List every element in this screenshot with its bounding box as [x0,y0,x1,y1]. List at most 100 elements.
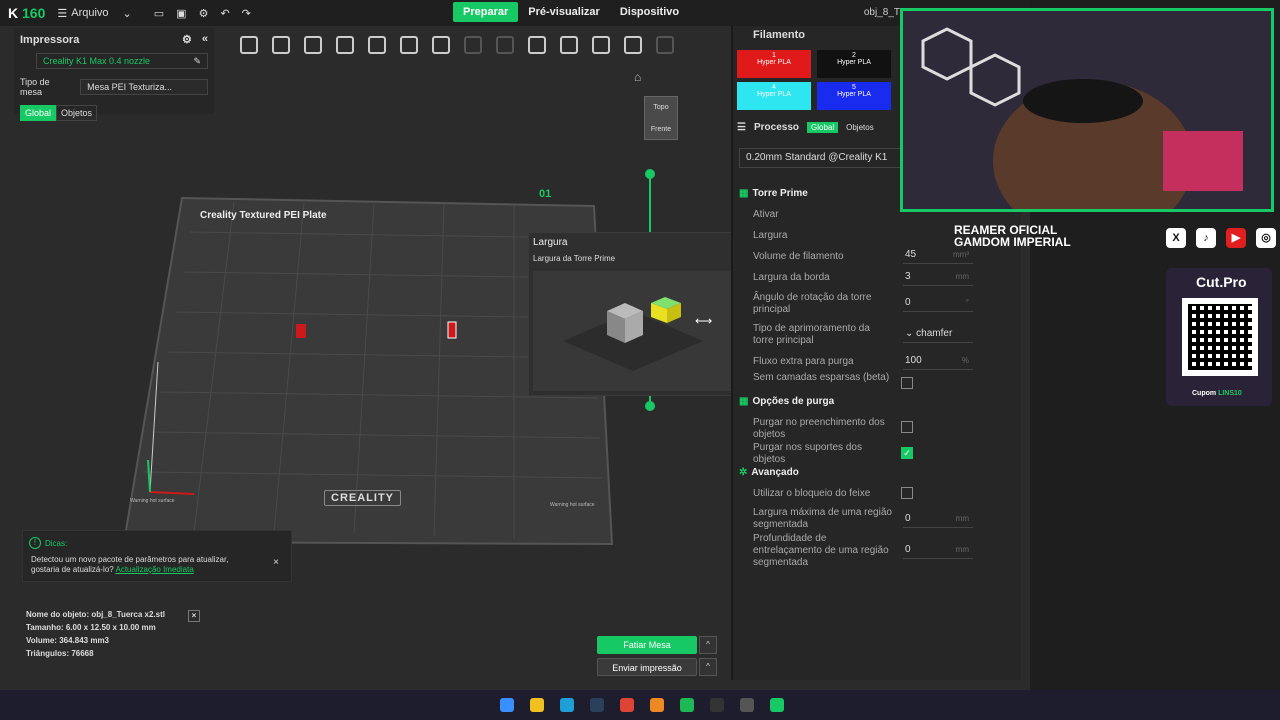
sparse-layers-checkbox[interactable] [901,377,913,389]
param-depth-label: Profundidade de entrelaçamento de uma re… [753,533,889,568]
window-filename: obj_8_T [863,7,900,18]
open-folder-icon[interactable]: ▭ [148,7,170,20]
spotify-icon[interactable] [680,698,694,712]
view-front[interactable]: Frente [645,119,677,141]
steam-icon[interactable] [590,698,604,712]
obs-icon[interactable] [740,698,754,712]
param-max-width-label: Largura máxima de uma região segmentada [753,507,892,530]
plate-label: Creality Textured PEI Plate [200,210,327,221]
scale-icon[interactable] [528,36,546,54]
orient-icon[interactable] [336,36,354,54]
save-icon[interactable]: ▣ [170,7,192,20]
coupon-text: Cupom LINS10 [1192,390,1242,397]
param-lock-label: Utilizar o bloqueio do feixe [753,488,871,499]
param-sparse-label: Sem camadas esparsas (beta) [753,372,890,383]
extra-flow-input[interactable]: 100% [903,354,973,370]
rotation-input[interactable]: 0 ° [903,296,973,312]
process-global-toggle[interactable]: Global [807,122,839,133]
app-logo: K 160 [8,5,46,21]
edge-icon[interactable] [560,698,574,712]
view-cube[interactable]: Topo Frente [644,96,678,140]
support-paint-icon[interactable] [624,36,642,54]
windows-start-icon[interactable] [500,698,514,712]
x-social-icon: X [1166,228,1186,248]
param-purge-support-label: Purgar nos suportes dos objetos [753,442,862,465]
split-icon[interactable] [464,36,482,54]
banner-text: REAMER OFICIAL GAMDOM IMPERIAL [954,223,1071,249]
brand-label: CREALITY [324,490,401,506]
os-taskbar [0,690,1280,720]
brim-width-input[interactable]: 3 mm [903,270,973,286]
seam-icon[interactable] [656,36,674,54]
grid-icon[interactable] [272,36,290,54]
printer-panel-title: Impressora [20,33,80,46]
tab-preview[interactable]: Pré-visualizar [518,2,610,22]
terminal-icon[interactable] [710,698,724,712]
tips-message: Detectou um novo pacote de parâmetros pa… [31,555,229,574]
param-enable-label: Ativar [753,209,779,220]
close-icon[interactable]: × [273,557,279,568]
purge-support-checkbox[interactable]: ✓ [901,447,913,459]
auto-orient-icon[interactable] [368,36,386,54]
filament-slot-5[interactable]: 5 Hyper PLA [817,82,891,110]
add-cube-icon[interactable] [240,36,258,54]
param-width-label: Largura [753,230,788,241]
tab-prepare[interactable]: Preparar [453,2,519,22]
layer-slider-bottom-handle[interactable] [645,401,655,411]
width-arrow-icon: ⟷ [695,314,712,328]
send-options-chevron[interactable]: ^ [699,658,717,676]
split-parts-icon[interactable] [496,36,514,54]
erase-icon[interactable] [432,36,450,54]
param-rotation-label: Ângulo de rotação da torre principal [753,292,872,315]
param-purge-infill-label: Purgar no preenchimento dos objetos [753,417,885,440]
home-icon[interactable]: ⌂ [634,70,641,84]
tips-notification: ! Dicas: Detectou um novo pacote de parâ… [22,530,292,582]
redo-icon[interactable]: ↷ [236,7,257,20]
undo-icon[interactable]: ↶ [214,7,235,20]
slice-plate-button[interactable]: Fatiar Mesa [597,636,697,654]
object-toolbar [216,30,728,60]
collapse-panel-icon[interactable]: « [202,33,208,46]
depth-input[interactable]: 0 mm [903,543,973,559]
param-extra-flow-label: Fluxo extra para purga [753,356,854,367]
param-brim-width-label: Largura da borda [753,272,830,283]
section-purge: ▦ Opções de purga [739,396,835,407]
enhance-select[interactable]: ⌄ chamfer [903,327,973,343]
process-objects-toggle[interactable]: Objetos [846,123,874,132]
purge-infill-checkbox[interactable] [901,421,913,433]
cut-icon[interactable] [592,36,610,54]
app-icon[interactable] [650,698,664,712]
object-red-nut[interactable] [296,324,306,338]
slicer-app-icon[interactable] [770,698,784,712]
param-enhance-label: Tipo de aprimoramento da torre principal [753,323,870,346]
hamburger-icon: ☰ [57,7,68,20]
tab-device[interactable]: Dispositivo [610,2,689,22]
box-icon[interactable] [560,36,578,54]
view-top[interactable]: Topo [645,97,677,119]
plate-icon[interactable] [400,36,418,54]
arrange-icon[interactable] [304,36,322,54]
warning-right: Warning hot surface [550,502,595,508]
send-print-button[interactable]: Enviar impressão [597,658,697,676]
file-menu-button[interactable]: ☰ Arquivo ⌄ [51,7,137,20]
object-name: Nome do objeto: obj_8_Tuerca x2.stl [26,610,165,619]
filament-slot-2[interactable]: 2 Hyper PLA [817,50,891,78]
explorer-icon[interactable] [530,698,544,712]
prime-tower-illustration: ⟷ [533,271,731,391]
slice-options-chevron[interactable]: ^ [699,636,717,654]
lock-checkbox[interactable] [901,487,913,499]
cutpro-ad: Cut.Pro Cupom LINS10 [1166,268,1272,406]
update-now-link[interactable]: Actualização Imediata [116,565,194,574]
layer-slider-top-handle[interactable] [645,169,655,179]
printer-settings-gear-icon[interactable]: ⚙ [182,33,192,46]
chrome-icon[interactable] [620,698,634,712]
process-preset-select[interactable]: 0.20mm Standard @Creality K1 [739,148,909,168]
settings-gear-icon[interactable]: ⚙ [193,7,215,20]
process-icon: ☰ [737,122,746,133]
object-red-nut-selected[interactable] [447,321,457,339]
filament-slot-1[interactable]: 1 Hyper PLA [737,50,811,78]
filament-slot-4[interactable]: 4 Hyper PLA [737,82,811,110]
object-volume: Volume: 364.843 mm3 [26,636,110,645]
max-width-input[interactable]: 0 mm [903,512,973,528]
close-icon[interactable]: × [188,610,200,622]
